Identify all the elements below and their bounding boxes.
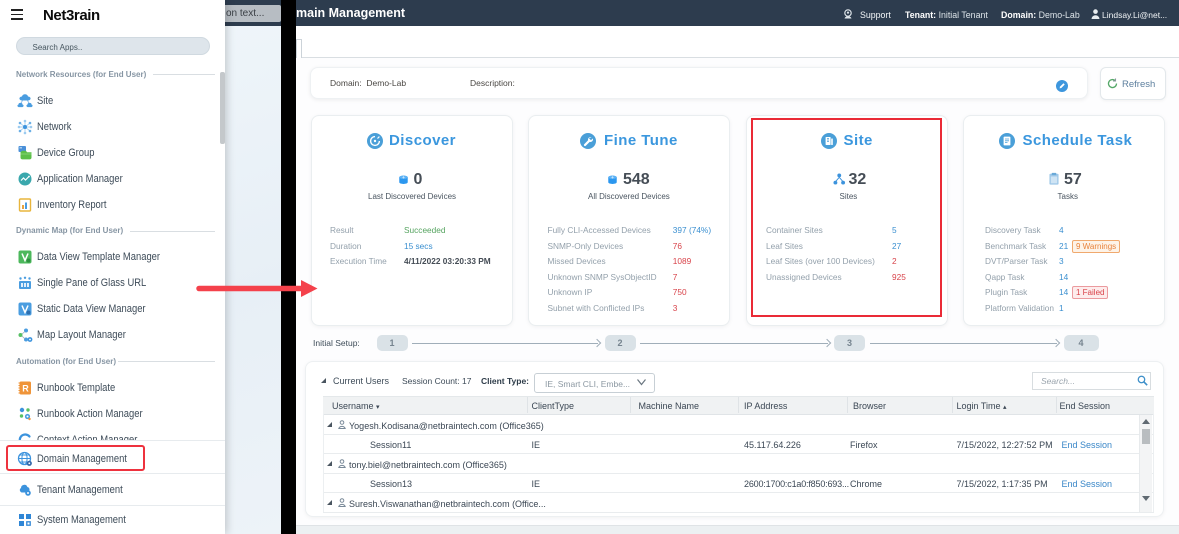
svg-text:R: R: [22, 384, 29, 394]
